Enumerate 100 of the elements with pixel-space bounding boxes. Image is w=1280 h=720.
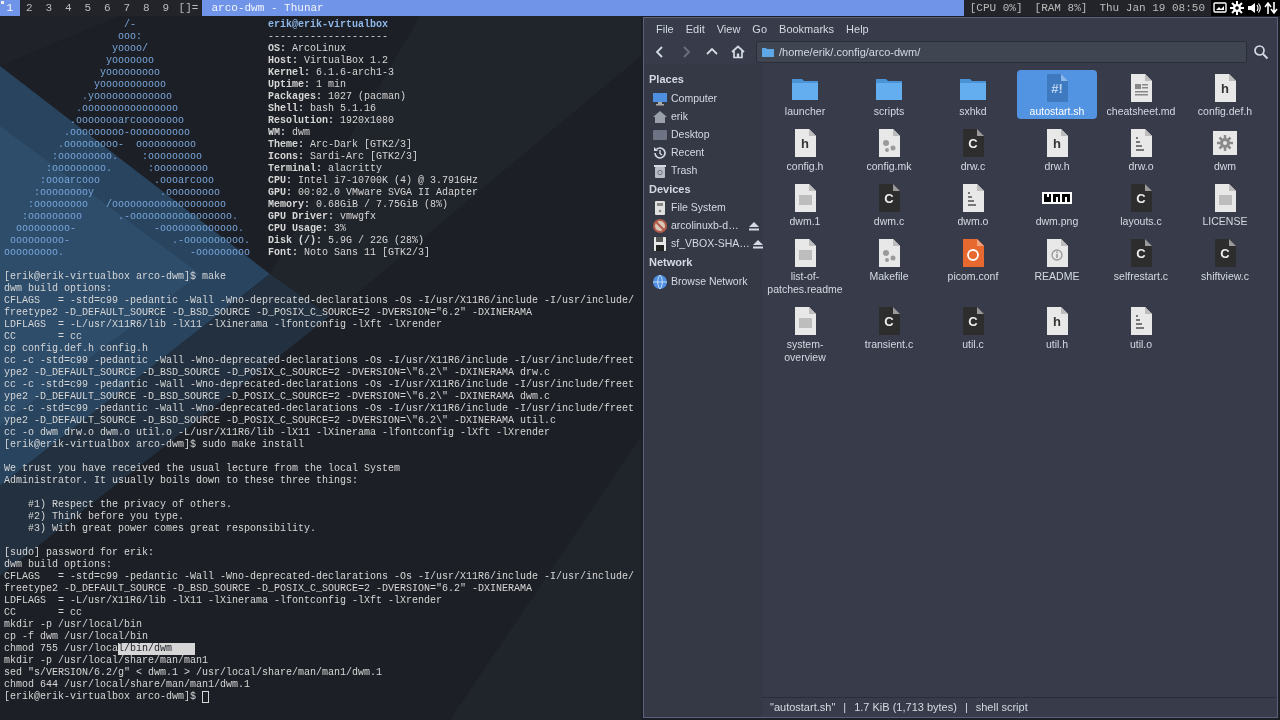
icon-view-entry[interactable]: C layouts.c (1101, 180, 1181, 229)
menu-item[interactable]: Bookmarks (773, 18, 841, 40)
terminal-line: Administrator. It usually boils down to these three things: (4, 475, 359, 487)
icon-view-entry[interactable]: C dwm.c (849, 180, 929, 229)
icon-glyph: C (1220, 247, 1230, 261)
sidebar-item[interactable]: sf_VBOX-SHA… (644, 235, 762, 253)
eject-icon[interactable] (752, 239, 763, 249)
terminal-line: Host: VirtualBox 1.2 (268, 55, 389, 67)
terminal-line: CC = cc (4, 607, 82, 619)
menu-item[interactable]: Go (746, 18, 774, 40)
icon-view-entry[interactable]: h config.def.h (1185, 70, 1265, 119)
terminal-line: CFLAGS = -std=c99 -pedantic -Wall -Wno-deprecated-declarations -Os -I/usr/X11R6/include -I/usr/include/ (4, 571, 635, 583)
sidebar-item[interactable]: File System (644, 199, 762, 217)
icon-view-entry[interactable]: h drw.h (1017, 125, 1097, 174)
status-text: Thu Jan 19 08:50 (1098, 1, 1206, 16)
layout-indicator[interactable]: []= (175, 0, 202, 16)
icon-view-entry[interactable]: h util.h (1017, 303, 1097, 365)
icon-view-entry[interactable]: C shiftview.c (1185, 235, 1265, 297)
icon-view-entry[interactable]: h config.h (765, 125, 845, 174)
icon-view-entry[interactable]: system-overview (765, 303, 845, 365)
icon-view-entry[interactable]: util.o (1101, 303, 1181, 365)
icon-glyph: h (801, 137, 809, 151)
icon-view-entry[interactable]: launcher (765, 70, 845, 119)
terminal-line: Icons: Sardi-Arc [GTK2/3] (268, 151, 419, 163)
icon-view-entry[interactable]: dwm (1185, 125, 1265, 174)
status-text: | (843, 700, 847, 716)
terminal-line: Uptime: 1 min (268, 79, 347, 91)
home-icon (652, 108, 668, 125)
terminal-line: CPU: Intel i7-10700K (4) @ 3.791GHz (268, 175, 479, 187)
icon-view-entry[interactable]: list-of-patches.readme (765, 235, 845, 297)
path-field[interactable]: /home/erik/.config/arco-dwm/ (756, 41, 1247, 63)
floppy-icon (652, 236, 668, 252)
network-icon[interactable] (1264, 1, 1278, 15)
menu-item[interactable]: Edit (679, 18, 711, 40)
terminal-line: CC = cc (4, 331, 82, 343)
eject-icon[interactable] (749, 221, 759, 231)
icon-view-entry[interactable]: scripts (849, 70, 929, 119)
terminal-line: cc -c -std=c99 -pedantic -Wall -Wno-deprecated-declarations -Os -I/usr/X11R6/include -I/usr/include/freet (4, 379, 635, 391)
icon-view-entry[interactable]: picom.conf (933, 235, 1013, 297)
terminal-line: Terminal: alacritty (268, 163, 383, 175)
workspace-tag[interactable]: 2 (19, 0, 39, 16)
icon-view-entry[interactable]: drw.o (1101, 125, 1181, 174)
terminal-line: OS: ArcoLinux (268, 43, 347, 55)
terminal-line: Packages: 1027 (pacman) (268, 91, 407, 103)
terminal-line: ype2 -D_DEFAULT_SOURCE -D_BSD_SOURCE -D_POSIX_C_SOURCE=2 -DVERSION=\"6.2\" -DXINERAMA util.c (4, 415, 557, 427)
sidebar-item[interactable]: Computer (644, 89, 762, 108)
icon-view-entry[interactable]: dwm.o (933, 180, 1013, 229)
terminal-line: ype2 -D_DEFAULT_SOURCE -D_BSD_SOURCE -D_POSIX_C_SOURCE=2 -DVERSION=\"6.2\" -DXINERAMA dwm.c (4, 391, 551, 403)
icon-view-entry[interactable]: cheatsheet.md (1101, 70, 1181, 119)
terminal-line: Memory: 0.68GiB / 7.75GiB (8%) (268, 199, 449, 211)
workspace-tag[interactable]: 3 (39, 0, 59, 16)
terminal-line: cp -f dwm /usr/local/bin (4, 631, 149, 643)
terminal-line: chmod 644 /usr/local/share/man/man1/dwm.1 (4, 679, 251, 691)
workspace-tag[interactable]: 8 (136, 0, 156, 16)
status-text: [CPU 0%] (968, 1, 1024, 16)
sidebar-item[interactable]: Browse Network (644, 272, 762, 291)
home-icon (730, 44, 746, 60)
sidebar-item[interactable]: Desktop (644, 125, 762, 144)
sidebar-item[interactable]: arcolinuxb-d… (644, 217, 762, 235)
terminal-line: [sudo] password for erik: (4, 547, 155, 559)
icon-glyph: h (1053, 315, 1061, 329)
workspace-tag[interactable]: 4 (58, 0, 78, 16)
icon-view-entry[interactable]: C selfrestart.c (1101, 235, 1181, 297)
menu-item[interactable]: File (650, 18, 680, 40)
terminal-line: mkdir -p /usr/local/bin (4, 619, 143, 631)
icon-view-entry[interactable]: C drw.c (933, 125, 1013, 174)
screen-icon[interactable] (1213, 1, 1227, 15)
icon-view-entry[interactable]: README (1017, 235, 1097, 297)
workspace-tag[interactable]: 5 (78, 0, 98, 16)
terminal-line: LDFLAGS = -L/usr/X11R6/lib -lX11 -lXinerama -lfontconfig -lXft -lXrender (4, 595, 443, 607)
icon-view-entry[interactable]: sxhkd (933, 70, 1013, 119)
sidebar-item[interactable]: erik (644, 107, 762, 126)
terminal-line: #2) Think before you type. (27, 511, 185, 523)
icon-glyph: C (1136, 192, 1146, 206)
icon-view-entry[interactable]: Makefile (849, 235, 929, 297)
workspace-tag[interactable]: 9 (156, 0, 176, 16)
terminal-line: Disk (/): 5.9G / 22G (28%) (268, 235, 425, 247)
icon-view-entry[interactable]: C transient.c (849, 303, 929, 365)
terminal-line: cc -c -std=c99 -pedantic -Wall -Wno-deprecated-declarations -Os -I/usr/X11R6/include -I/usr/include/freet (4, 403, 635, 415)
sidebar-item[interactable]: Recent (644, 143, 762, 162)
terminal-line: GPU Driver: vmwgfx (268, 211, 377, 223)
terminal-line: CFLAGS = -std=c99 -pedantic -Wall -Wno-deprecated-declarations -Os -I/usr/X11R6/include -I/usr/include/ (4, 295, 635, 307)
terminal-line: #3) With great power comes great responsibility. (27, 523, 317, 535)
icon-view-entry[interactable]: config.mk (849, 125, 929, 174)
terminal-line: dwm build options: (4, 559, 113, 571)
settings-icon[interactable] (1230, 1, 1244, 15)
menu-item[interactable]: Help (840, 18, 875, 40)
drive-icon (652, 200, 668, 216)
workspace-tag[interactable]: 6 (97, 0, 117, 16)
sidebar-item[interactable]: Trash (644, 161, 762, 180)
icon-glyph: C (968, 137, 978, 151)
icon-view-entry[interactable]: LICENSE (1185, 180, 1265, 229)
terminal-line: GPU: 00:02.0 VMware SVGA II Adapter (268, 187, 479, 199)
workspace-tag[interactable]: 7 (117, 0, 137, 16)
icon-view-entry[interactable]: C util.c (933, 303, 1013, 365)
terminal-line: ype2 -D_DEFAULT_SOURCE -D_BSD_SOURCE -D_POSIX_C_SOURCE=2 -DVERSION=\"6.2\" -DXINERAMA drw.c (4, 367, 551, 379)
volume-icon[interactable] (1247, 1, 1261, 15)
icon-view-entry[interactable]: dwm.png (1017, 180, 1097, 229)
menu-item[interactable]: View (710, 18, 747, 40)
icon-view-entry[interactable]: dwm.1 (765, 180, 845, 229)
